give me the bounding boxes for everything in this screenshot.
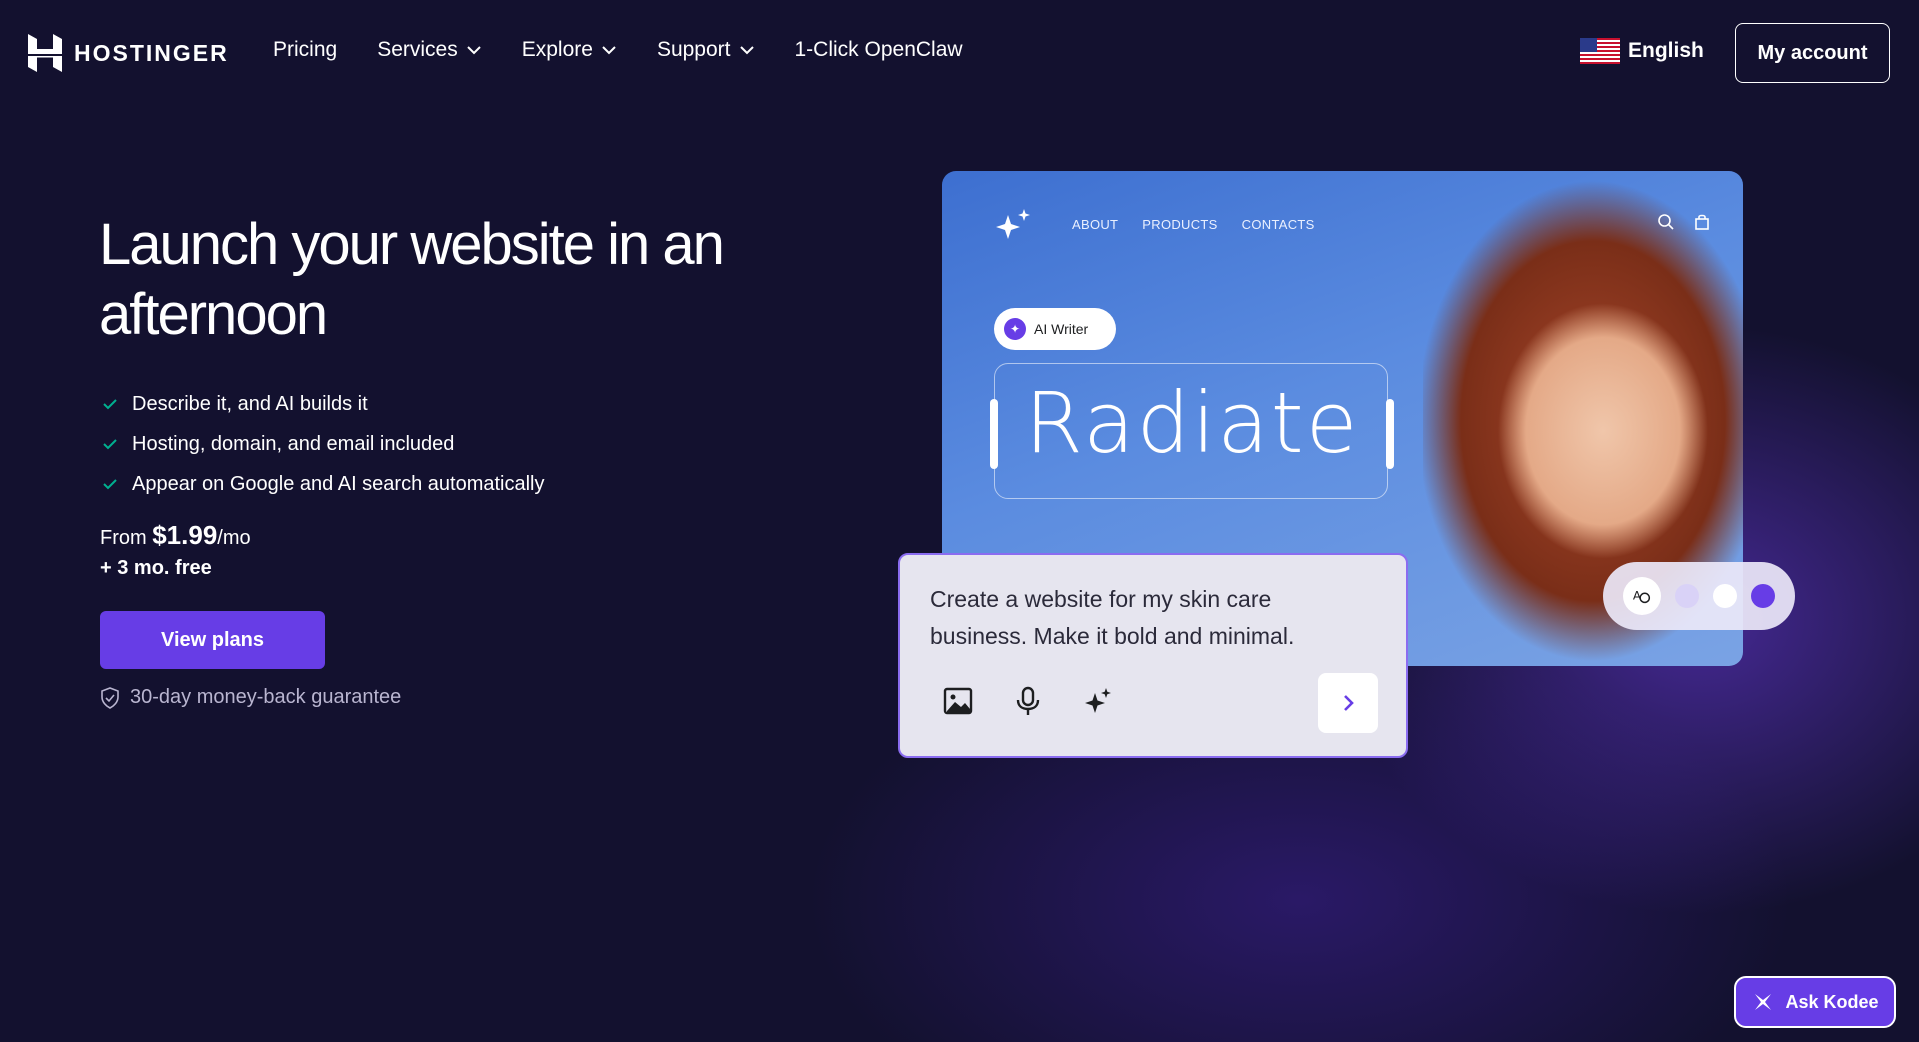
- swatch-purple: [1751, 584, 1775, 608]
- swatch-lavender: [1675, 584, 1699, 608]
- guarantee-text: 30-day money-back guarantee: [130, 686, 402, 708]
- price-line: From $1.99/mo: [100, 520, 251, 553]
- swatch-white: [1713, 584, 1737, 608]
- shield-check-icon: [101, 686, 119, 709]
- ai-writer-chip: ✦ AI Writer: [994, 308, 1116, 350]
- ai-sparkle-icon: ✦: [1004, 318, 1026, 340]
- feature-list: Describe it, and AI builds it Hosting, d…: [100, 384, 544, 504]
- my-account-button[interactable]: My account: [1735, 23, 1890, 83]
- sparkles-icon: [1085, 688, 1111, 713]
- headline-selection: Radiate: [990, 363, 1394, 499]
- preview-nav-about: ABOUT: [1072, 217, 1119, 232]
- color-palette-picker: A: [1603, 562, 1795, 630]
- preview-nav: ABOUT PRODUCTS CONTACTS: [1072, 217, 1315, 232]
- image-icon: [943, 687, 973, 715]
- nav-label: Support: [656, 38, 731, 61]
- microphone-icon: [1016, 686, 1040, 715]
- search-icon: [1658, 214, 1674, 230]
- price-block: From $1.99/mo + 3 mo. free: [100, 520, 251, 583]
- kodee-sparkle-icon: [1755, 994, 1772, 1010]
- nav-pricing[interactable]: Pricing: [273, 38, 337, 62]
- price-prefix: From: [100, 527, 153, 549]
- preview-headline: Radiate: [1024, 374, 1360, 472]
- hero-title: Launch your website in an afternoon: [99, 212, 725, 347]
- nav-support[interactable]: Support: [657, 38, 755, 62]
- hostinger-logo-icon: [28, 34, 62, 72]
- main-nav: Pricing Services Explore Support 1-Click…: [273, 38, 1003, 62]
- feature-item: Hosting, domain, and email included: [100, 424, 544, 464]
- feature-item: Appear on Google and AI search automatic…: [100, 464, 544, 504]
- check-icon: [103, 439, 117, 450]
- guarantee-note: 30-day money-back guarantee: [100, 686, 401, 709]
- palette-font-icon: A: [1623, 577, 1661, 615]
- chevron-right-icon: [1344, 695, 1354, 711]
- ai-writer-label: AI Writer: [1034, 321, 1089, 337]
- feature-text: Hosting, domain, and email included: [132, 432, 455, 455]
- check-icon: [103, 479, 117, 490]
- chevron-down-icon: [602, 46, 616, 55]
- nav-services[interactable]: Services: [377, 38, 482, 62]
- feature-item: Describe it, and AI builds it: [100, 384, 544, 424]
- language-selector[interactable]: English: [1580, 38, 1704, 64]
- price-bonus: + 3 mo. free: [100, 557, 212, 579]
- hostinger-logo[interactable]: HOSTINGER: [28, 34, 229, 72]
- preview-nav-contacts: CONTACTS: [1241, 217, 1315, 232]
- ask-kodee-button[interactable]: Ask Kodee: [1734, 976, 1896, 1028]
- preview-nav-products: PRODUCTS: [1142, 217, 1218, 232]
- price-amount: $1.99: [152, 520, 218, 550]
- nav-explore[interactable]: Explore: [522, 38, 617, 62]
- view-plans-button[interactable]: View plans: [100, 611, 325, 669]
- shopping-bag-icon: [1695, 214, 1709, 230]
- feature-text: Describe it, and AI builds it: [132, 392, 368, 415]
- nav-openclaw[interactable]: 1-Click OpenClaw: [795, 38, 963, 62]
- preview-icons: [1657, 213, 1711, 231]
- price-suffix: /mo: [217, 527, 251, 549]
- prompt-text: Create a website for my skin care busine…: [930, 586, 1295, 649]
- send-prompt-button: [1318, 673, 1378, 733]
- logo-text: HOSTINGER: [74, 39, 229, 66]
- prompt-tools: [942, 685, 1114, 717]
- ask-kodee-label: Ask Kodee: [1785, 991, 1879, 1012]
- us-flag-icon: [1580, 38, 1620, 64]
- check-icon: [103, 399, 117, 410]
- site-header: HOSTINGER Pricing Services Explore Suppo…: [0, 0, 1919, 106]
- nav-label: Services: [377, 38, 458, 61]
- ai-prompt-card: Create a website for my skin care busine…: [898, 553, 1408, 758]
- chevron-down-icon: [467, 46, 481, 55]
- nav-label: 1-Click OpenClaw: [794, 38, 963, 61]
- nav-label: Pricing: [273, 38, 338, 61]
- sparkle-logo-icon: [996, 209, 1030, 239]
- nav-label: Explore: [521, 38, 593, 61]
- chevron-down-icon: [739, 46, 754, 55]
- language-label: English: [1628, 39, 1704, 62]
- selection-handle-right: [1386, 399, 1394, 469]
- feature-text: Appear on Google and AI search automatic…: [132, 472, 545, 495]
